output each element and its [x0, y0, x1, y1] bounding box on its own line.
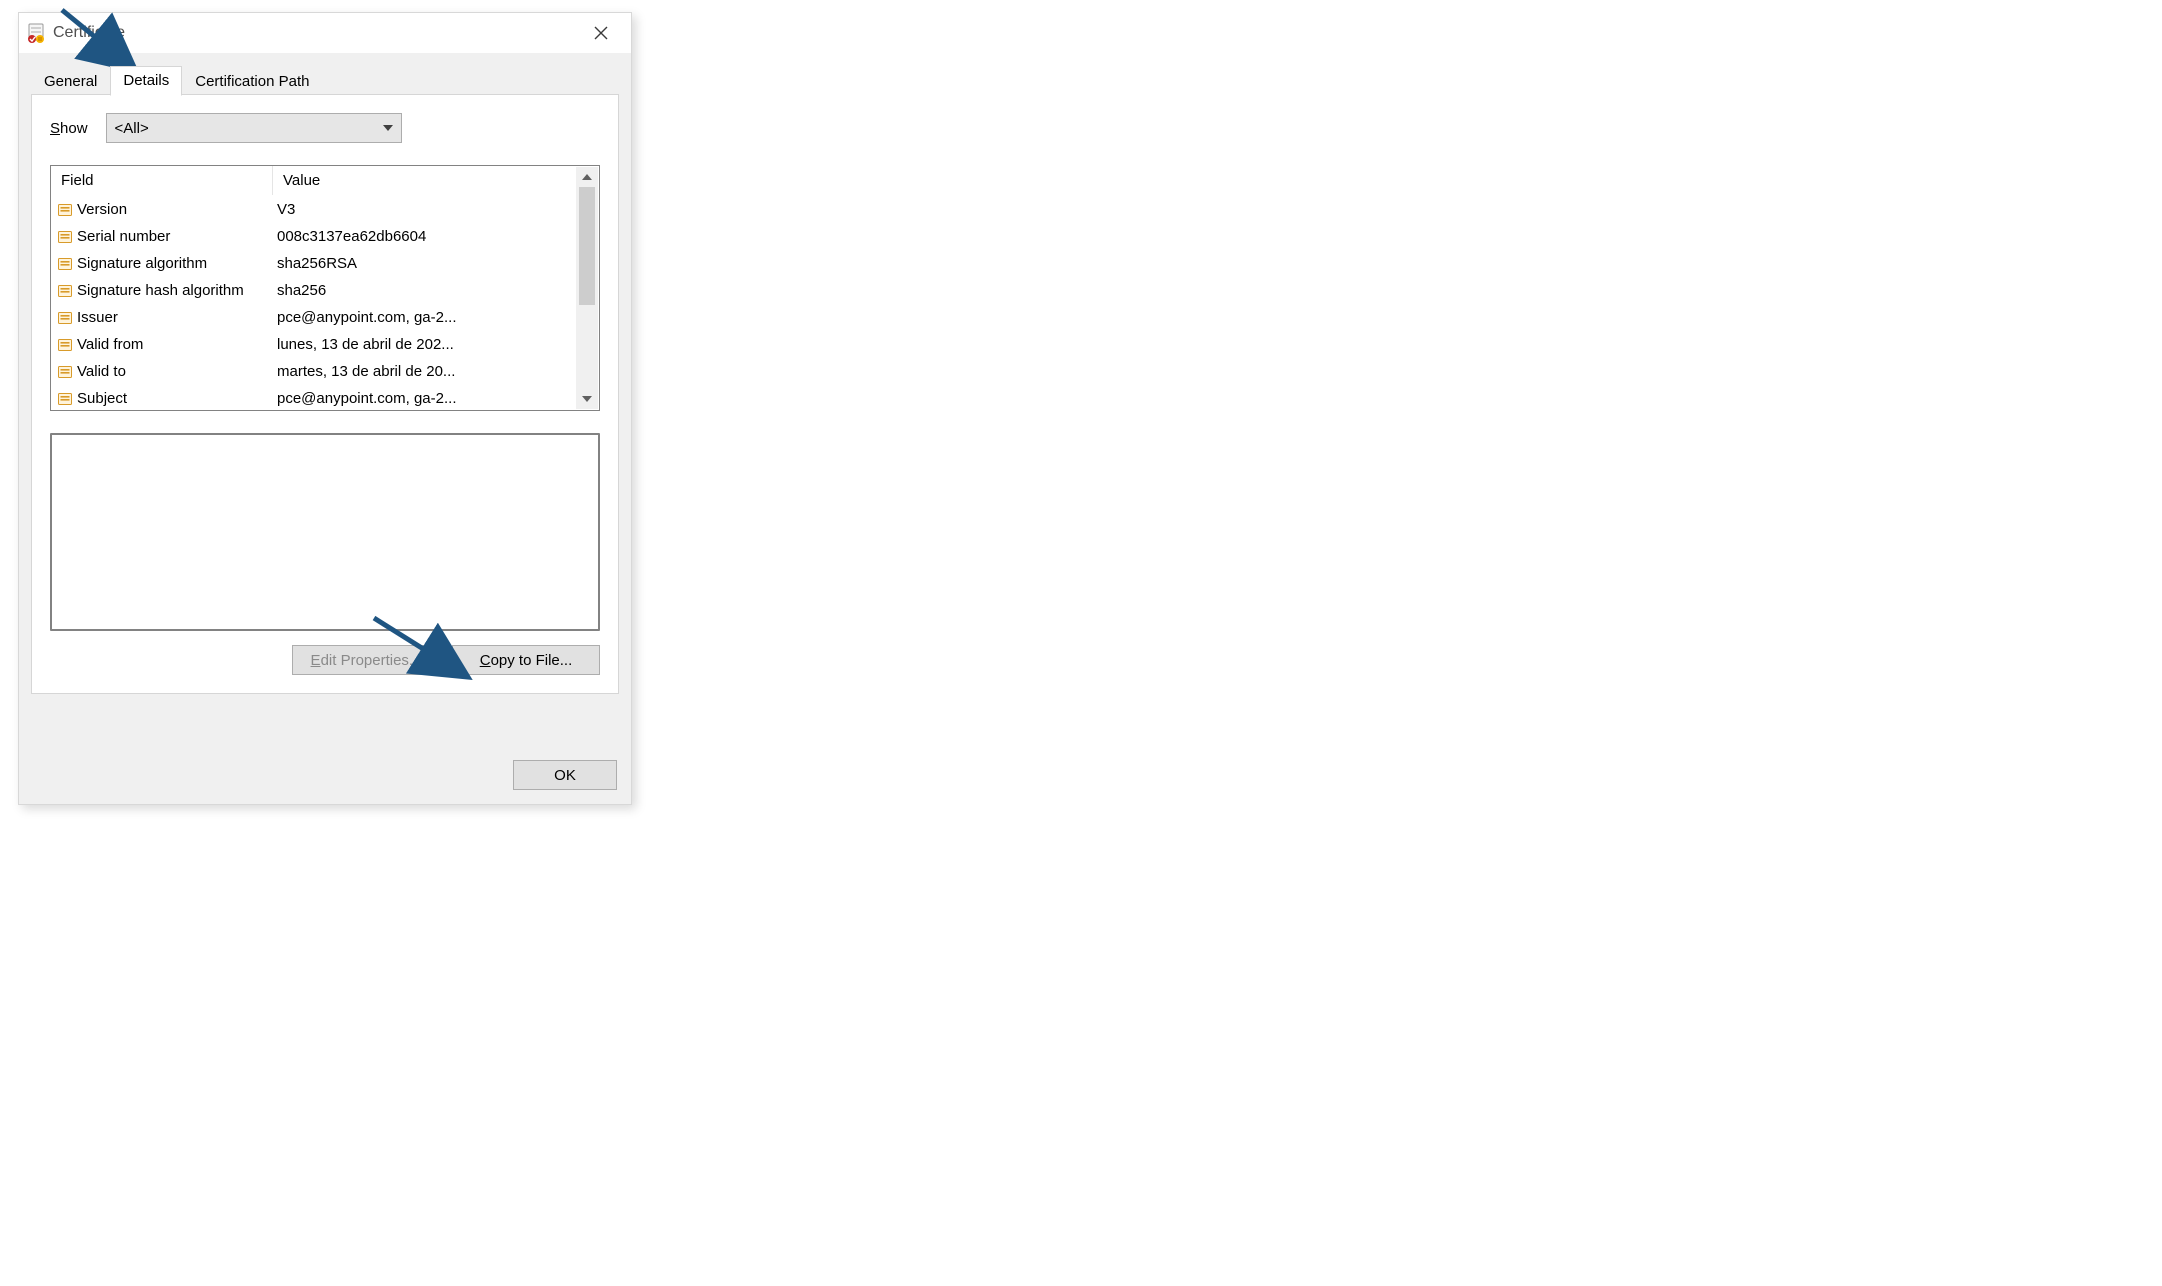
field-name: Signature hash algorithm — [77, 282, 244, 299]
field-value: 008c3137ea62db6604 — [277, 228, 426, 245]
dialog-footer: OK — [19, 746, 631, 804]
field-icon — [57, 391, 73, 407]
field-value: pce@anypoint.com, ga-2... — [277, 390, 457, 407]
field-icon — [57, 310, 73, 326]
field-name: Subject — [77, 390, 127, 407]
copy-to-file-button[interactable]: Copy to File... — [452, 645, 600, 675]
ok-button[interactable]: OK — [513, 760, 617, 790]
list-item[interactable]: Signature hash algorithm sha256 — [51, 277, 575, 304]
field-icon — [57, 364, 73, 380]
field-value: V3 — [277, 201, 295, 218]
field-value: lunes, 13 de abril de 202... — [277, 336, 454, 353]
column-header-field[interactable]: Field — [51, 166, 273, 195]
list-item[interactable]: Signature algorithm sha256RSA — [51, 250, 575, 277]
field-list-body: Version V3 Serial number 008c3137ea62db6… — [51, 196, 599, 410]
tab-certification-path[interactable]: Certification Path — [182, 67, 322, 96]
show-label: Show — [50, 120, 88, 137]
scroll-thumb[interactable] — [579, 187, 595, 305]
tab-panel-details: Show <All> Field Value — [31, 94, 619, 694]
show-combobox-value: <All> — [115, 120, 149, 137]
list-item[interactable]: Valid to martes, 13 de abril de 20... — [51, 358, 575, 385]
titlebar: Certificate — [19, 13, 631, 53]
field-name: Valid to — [77, 363, 126, 380]
tab-details[interactable]: Details — [110, 66, 182, 96]
field-list: Field Value Version V3 — [50, 165, 600, 411]
titlebar-left: Certificate — [25, 22, 125, 44]
vertical-scrollbar[interactable] — [576, 167, 598, 409]
list-item[interactable]: Serial number 008c3137ea62db6604 — [51, 223, 575, 250]
field-name: Issuer — [77, 309, 118, 326]
scroll-up-button[interactable] — [576, 167, 598, 187]
field-name: Serial number — [77, 228, 170, 245]
tab-general[interactable]: General — [31, 67, 110, 96]
field-icon — [57, 229, 73, 245]
window-title: Certificate — [53, 24, 125, 42]
chevron-up-icon — [582, 174, 592, 180]
list-item[interactable]: Version V3 — [51, 196, 575, 223]
show-combobox[interactable]: <All> — [106, 113, 402, 143]
field-name: Version — [77, 201, 127, 218]
chevron-down-icon — [582, 396, 592, 402]
tab-strip: General Details Certification Path — [31, 65, 619, 95]
list-item[interactable]: Issuer pce@anypoint.com, ga-2... — [51, 304, 575, 331]
show-row: Show <All> — [50, 113, 600, 143]
certificate-dialog: Certificate General Details Certificatio… — [18, 12, 632, 805]
field-icon — [57, 283, 73, 299]
field-name: Signature algorithm — [77, 255, 207, 272]
chevron-down-icon — [383, 125, 393, 131]
list-item[interactable]: Valid from lunes, 13 de abril de 202... — [51, 331, 575, 358]
field-value: pce@anypoint.com, ga-2... — [277, 309, 457, 326]
close-button[interactable] — [587, 19, 615, 47]
edit-properties-button: Edit Properties... — [292, 645, 440, 675]
field-icon — [57, 202, 73, 218]
field-list-header: Field Value — [51, 166, 599, 196]
spacer — [31, 694, 619, 746]
field-value: sha256RSA — [277, 255, 357, 272]
field-icon — [57, 337, 73, 353]
field-value: sha256 — [277, 282, 326, 299]
field-icon — [57, 256, 73, 272]
field-name: Valid from — [77, 336, 143, 353]
scroll-track[interactable] — [576, 187, 598, 389]
panel-button-row: Edit Properties... Copy to File... — [50, 645, 600, 675]
column-header-value[interactable]: Value — [273, 166, 599, 195]
list-item[interactable]: Subject pce@anypoint.com, ga-2... — [51, 385, 575, 410]
scroll-down-button[interactable] — [576, 389, 598, 409]
certificate-icon — [25, 22, 47, 44]
field-value: martes, 13 de abril de 20... — [277, 363, 455, 380]
tab-region: General Details Certification Path Show … — [19, 53, 631, 746]
detail-value-pane — [50, 433, 600, 631]
